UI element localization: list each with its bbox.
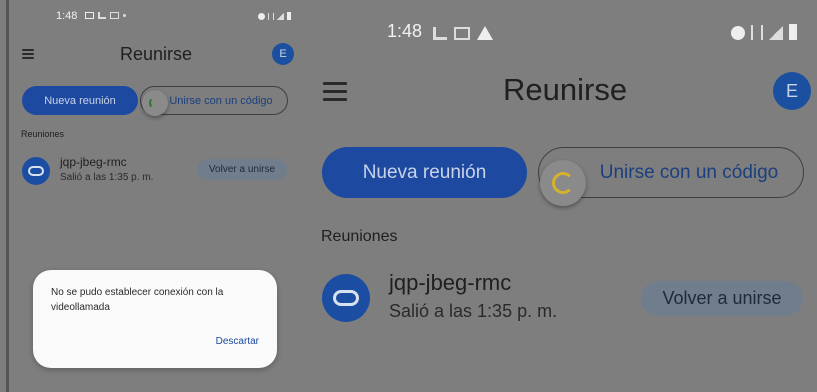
- rejoin-button[interactable]: Volver a unirse: [641, 281, 803, 316]
- meetings-section-label: Reuniones: [21, 129, 65, 139]
- dot-icon: [123, 14, 126, 17]
- phone-screen-zoomed: 1:48 Reunirse E Nueva reunión Unirse con…: [300, 0, 817, 392]
- menu-icon[interactable]: [22, 49, 34, 59]
- mail-icon: [110, 12, 119, 19]
- status-system-icons: [258, 12, 291, 20]
- app-title: Reunirse: [503, 72, 628, 107]
- meetings-section-label: Reuniones: [321, 228, 398, 245]
- new-meeting-button[interactable]: Nueva reunión: [22, 86, 138, 115]
- alarm-icon: [731, 26, 745, 40]
- meeting-subtitle: Salió a las 1:35 p. m.: [389, 301, 558, 321]
- signal-icon: [277, 13, 284, 20]
- meeting-code[interactable]: jqp-jbeg-rmc: [60, 155, 127, 169]
- rejoin-button[interactable]: Volver a unirse: [197, 159, 287, 180]
- link-icon: [22, 157, 50, 185]
- 4g-icon: [268, 13, 274, 20]
- wifi-calling-icon: [98, 12, 106, 19]
- battery-icon: [789, 24, 797, 40]
- alarm-icon: [258, 13, 265, 20]
- meeting-subtitle: Salió a las 1:35 p. m.: [60, 172, 154, 183]
- menu-icon[interactable]: [323, 82, 347, 101]
- link-icon: [322, 274, 370, 322]
- loading-spinner-icon: [142, 90, 168, 116]
- status-notification-icons: [85, 12, 126, 19]
- phone-screen-small: 1:48 Reunirse E Nueva reunión Unirse con…: [6, 0, 300, 392]
- mail-icon: [454, 26, 470, 40]
- battery-icon: [287, 12, 291, 20]
- error-dialog: No se pudo establecer conexión con la vi…: [33, 270, 277, 368]
- warning-icon: [477, 26, 493, 40]
- dismiss-button[interactable]: Descartar: [216, 336, 259, 347]
- dialog-message: No se pudo establecer conexión con la vi…: [51, 287, 224, 313]
- loading-spinner-icon: [540, 160, 586, 206]
- avatar[interactable]: E: [272, 43, 294, 65]
- gallery-icon: [85, 12, 94, 19]
- 4g-icon: [751, 25, 763, 40]
- avatar[interactable]: E: [773, 72, 811, 110]
- new-meeting-button[interactable]: Nueva reunión: [322, 147, 527, 198]
- meeting-code[interactable]: jqp-jbeg-rmc: [389, 270, 511, 296]
- signal-icon: [769, 26, 783, 40]
- status-time: 1:48: [387, 21, 423, 41]
- wifi-calling-icon: [433, 26, 447, 40]
- status-time: 1:48: [56, 10, 78, 22]
- status-notification-icons: [433, 26, 493, 40]
- app-title: Reunirse: [120, 44, 193, 64]
- status-system-icons: [731, 24, 797, 40]
